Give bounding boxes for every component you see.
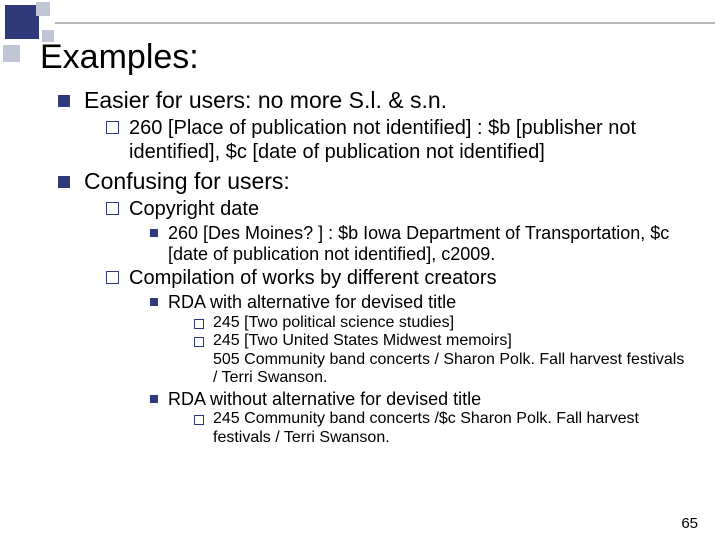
bullet-level-1: Confusing for users:: [58, 168, 690, 195]
bullet-level-4: 245 Community band concerts /$c Sharon P…: [194, 410, 690, 447]
bullet-icon: [58, 176, 70, 188]
bullet-icon: [58, 95, 70, 107]
bullet-level-3: 260 [Des Moines? ] : $b Iowa Department …: [150, 223, 690, 264]
bullet-text: 260 [Place of publication not identified…: [129, 116, 690, 164]
bullet-icon: [106, 271, 119, 284]
bullet-text: Compilation of works by different creato…: [129, 266, 497, 290]
bullet-level-2: Copyright date: [106, 197, 690, 221]
slide-content: Examples: Easier for users: no more S.l.…: [0, 0, 720, 447]
bullet-icon: [106, 202, 119, 215]
bullet-icon: [150, 229, 158, 237]
slide-title: Examples:: [40, 38, 690, 77]
bullet-icon: [150, 395, 158, 403]
bullet-text: 245 [Two political science studies]: [213, 314, 454, 332]
bullet-text: Easier for users: no more S.l. & s.n.: [84, 87, 447, 114]
bullet-level-2: 260 [Place of publication not identified…: [106, 116, 690, 164]
bullet-list: Easier for users: no more S.l. & s.n.260…: [40, 87, 690, 447]
bullet-icon: [150, 298, 158, 306]
bullet-text: 260 [Des Moines? ] : $b Iowa Department …: [168, 223, 690, 264]
bullet-text: Copyright date: [129, 197, 259, 221]
bullet-level-4: 245 [Two political science studies]: [194, 314, 690, 332]
bullet-level-3: RDA with alternative for devised title: [150, 292, 690, 313]
bullet-level-2: Compilation of works by different creato…: [106, 266, 690, 290]
page-number: 65: [681, 515, 698, 532]
bullet-level-4: 245 [Two United States Midwest memoirs]: [194, 332, 690, 350]
bullet-level-1: Easier for users: no more S.l. & s.n.: [58, 87, 690, 114]
bullet-text: RDA with alternative for devised title: [168, 292, 456, 313]
bullet-text: 245 [Two United States Midwest memoirs]: [213, 332, 512, 350]
bullet-text: 245 Community band concerts /$c Sharon P…: [213, 410, 690, 447]
bullet-icon: [194, 319, 204, 329]
bullet-level-3: RDA without alternative for devised titl…: [150, 389, 690, 410]
bullet-text: 505 Community band concerts / Sharon Pol…: [213, 351, 690, 388]
bullet-icon: [194, 415, 204, 425]
bullet-text: Confusing for users:: [84, 168, 290, 195]
bullet-icon: [194, 337, 204, 347]
bullet-level-4: 505 Community band concerts / Sharon Pol…: [194, 351, 690, 388]
bullet-text: RDA without alternative for devised titl…: [168, 389, 481, 410]
bullet-icon: [106, 121, 119, 134]
